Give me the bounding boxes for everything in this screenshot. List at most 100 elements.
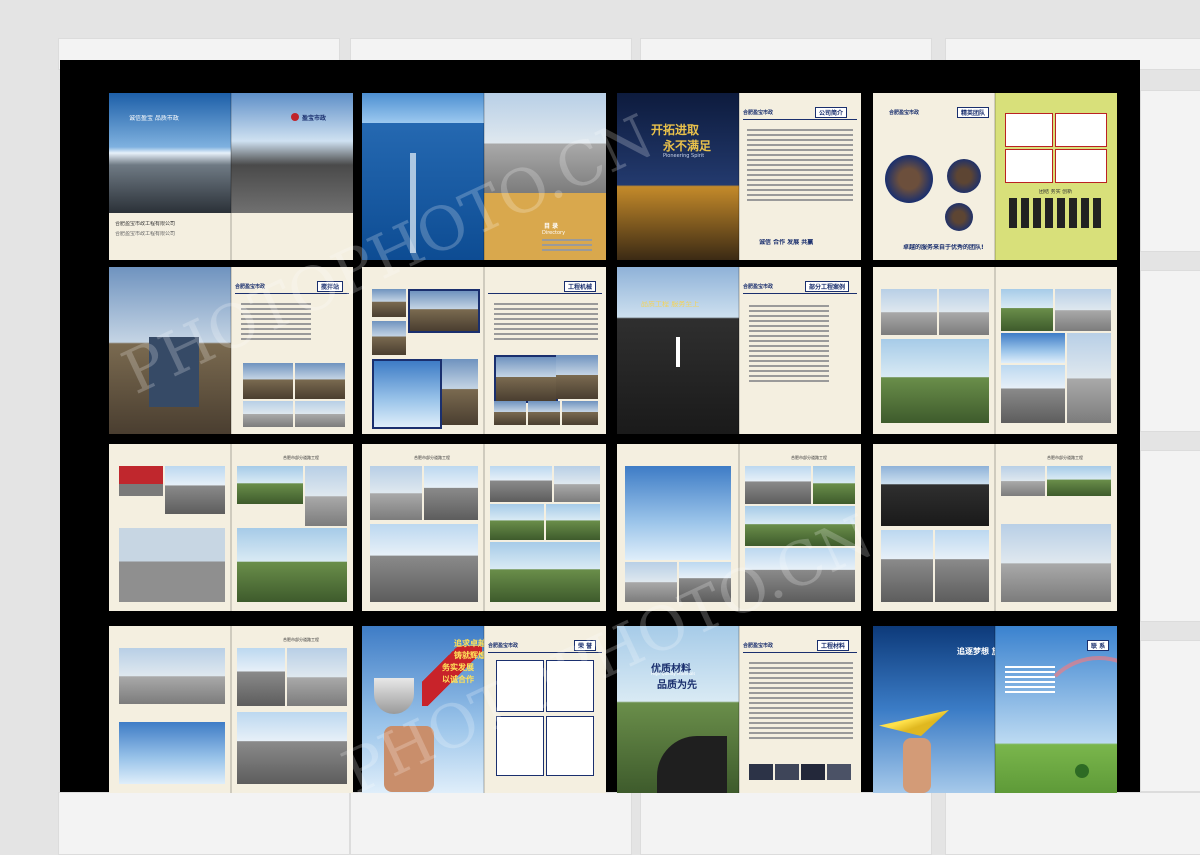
machine-photo-4 (372, 359, 442, 429)
machinery-photo-10 (562, 401, 598, 425)
machinery-photo-8 (494, 401, 526, 425)
team-group-caption: 团结 务实 创新 (1039, 189, 1073, 195)
overpass-photo-1 (881, 289, 937, 335)
spread-contact: 追逐梦想 放飞希望 联 系 (873, 626, 1117, 793)
spread-cover: 诚信盈宝 品质市政 合肥盈宝市政工程有限公司 合肥盈宝市政工程有限公司 盈宝市政 (109, 93, 353, 260)
avenue-photo (484, 93, 606, 193)
honor-headline-4: 以诚合作 (442, 674, 474, 684)
roads-2-caption: 合肥市部分道路工程 (414, 455, 450, 460)
winding-asphalt (657, 736, 727, 793)
team-portraits-page: 合肥盈宝市政 精英团队 (873, 93, 995, 260)
road-photo-aa (1001, 524, 1111, 602)
spine-fold (738, 93, 740, 260)
hand-holding-plane (903, 738, 931, 793)
road-photo-p (625, 562, 677, 602)
buildings-caption: 合肥市部分道路工程 (283, 637, 319, 642)
spread-team: 合肥盈宝市政 精英团队 团结 务实 创新 卓越的服务来自于优秀的团队! (873, 93, 1117, 260)
road-photo-f (237, 528, 347, 602)
spread-road-case: 品质工程 服务至上 合肥盈宝市政 部分工程案例 (617, 267, 861, 434)
team-portrait-small-2 (945, 203, 973, 231)
team-slogan: 卓越的服务来自于优秀的团队! (903, 244, 984, 251)
road-photo-e (305, 466, 347, 526)
headline-never-satisfied: 永不满足 (663, 139, 712, 153)
asphalt-road-page: 品质工程 服务至上 (617, 267, 739, 434)
roads-1-left (109, 444, 231, 611)
spread-buildings: 合肥市部分道路工程 (109, 626, 353, 793)
spine-fold (994, 93, 996, 260)
team-portrait-small-1 (947, 159, 981, 193)
section-materials: 工程材料 (817, 640, 850, 651)
team-portrait-large (885, 155, 933, 203)
background-ghost-spread (640, 792, 932, 855)
cover-brand-name: 盈宝市政 (302, 115, 327, 122)
spread-contents: 目 录 Directory (362, 93, 606, 260)
toc-subtitle: Directory (542, 230, 566, 236)
machine-photo-1 (372, 289, 406, 317)
machinery-body-text (494, 303, 598, 343)
cover-front-page: 盈宝市政 (231, 93, 353, 260)
road-photo-w (881, 530, 933, 602)
cover-slogan-left: 诚信盈宝 品质市政 (129, 115, 179, 122)
honor-headline-3: 务实发展 (442, 662, 474, 672)
overpass-photo-6 (1001, 365, 1065, 423)
road-photo-l (490, 504, 544, 540)
road-photo-i (370, 524, 478, 602)
honor-document-1 (496, 660, 544, 712)
spine-fold (994, 444, 996, 611)
overpass-photo-5 (1001, 333, 1065, 363)
material-swatch-4 (827, 764, 851, 780)
road-photo-g (370, 466, 422, 520)
building-road-photo-2 (287, 648, 347, 706)
lone-tree (1075, 764, 1089, 778)
materials-headline-en: High Quality Materials (651, 671, 696, 676)
road-photo-k (554, 466, 600, 502)
section-honors: 荣 誉 (574, 640, 597, 651)
header-rule (743, 293, 857, 294)
roads-2-right (484, 444, 606, 611)
machine-photo-3 (372, 321, 406, 355)
mixing-photo-1 (243, 363, 293, 399)
background-ghost-spread (1140, 640, 1200, 792)
road-photo-r (745, 466, 811, 504)
road-photo-x (935, 530, 989, 602)
paper-plane-page: 追逐梦想 放飞希望 (873, 626, 995, 793)
contact-page: 联 系 (995, 626, 1117, 793)
background-ghost-spread (1140, 450, 1200, 622)
spread-roads-2: 合肥市部分道路工程 (362, 444, 606, 611)
mixing-photo-3 (243, 401, 293, 427)
certificate-2 (1055, 113, 1107, 147)
road-photo-c (119, 528, 225, 602)
spine-fold (230, 93, 232, 260)
road-photo-d (237, 466, 303, 504)
section-contact: 联 系 (1087, 640, 1110, 651)
certificate-4 (1005, 149, 1053, 183)
team-company: 合肥盈宝市政 (889, 110, 920, 116)
mixing-photo-4 (295, 401, 345, 427)
spread-roads-3: 合肥市部分道路工程 (617, 444, 861, 611)
header-rule (488, 652, 602, 653)
road-photo-u (745, 548, 855, 602)
honors-company: 合肥盈宝市政 (488, 643, 519, 649)
section-road-cases: 部分工程案例 (805, 281, 850, 292)
machine-photo-2 (408, 289, 480, 333)
section-company-profile: 公司简介 (815, 107, 848, 118)
toc-title: 目 录 (544, 223, 559, 230)
machinery-photo-7 (556, 355, 598, 399)
spine-fold (483, 267, 485, 434)
cover-company-line2: 合肥盈宝市政工程有限公司 (115, 231, 176, 237)
cover-brand-logo (291, 113, 299, 121)
background-ghost-spread (1140, 270, 1200, 432)
spine-fold (483, 444, 485, 611)
road-case-company: 合肥盈宝市政 (743, 284, 774, 290)
roads-3-caption: 合肥市部分道路工程 (791, 455, 827, 460)
road-photo-b (165, 466, 225, 514)
cover-highway-photo (231, 93, 353, 213)
spread-honors: 追求卓越 铸就辉煌 务实发展 以诚合作 合肥盈宝市政 荣 誉 (362, 626, 606, 793)
machinery-photo-6 (494, 355, 558, 403)
team-group-silhouette (1009, 198, 1105, 228)
honor-headline-1: 追求卓越 (454, 638, 484, 648)
header-rule (488, 293, 602, 294)
mixing-body-text (241, 303, 311, 343)
plaza-photo (119, 722, 225, 784)
header-rule (235, 293, 349, 294)
